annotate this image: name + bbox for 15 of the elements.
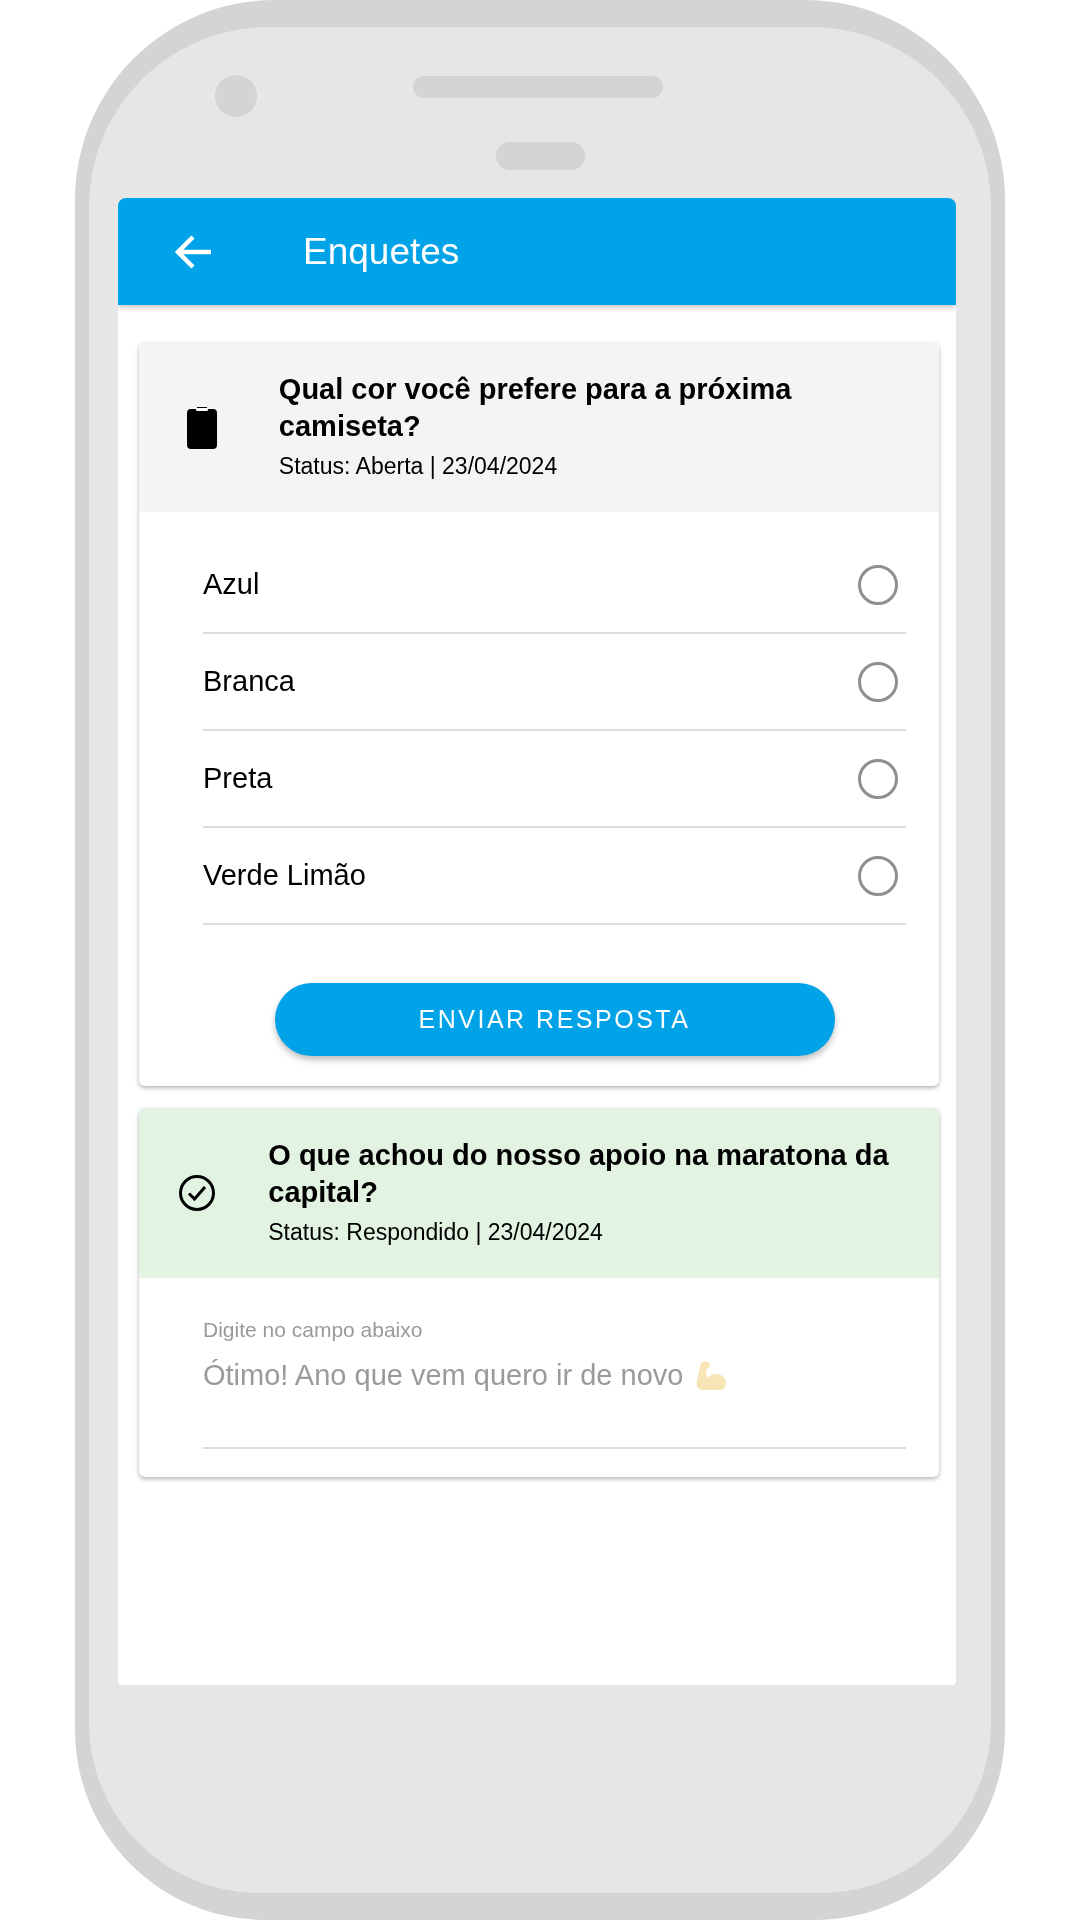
radio-button[interactable] — [858, 564, 898, 605]
poll-status: Status: Aberta | 23/04/2024 — [278, 451, 559, 481]
poll-status: Status: Respondido | 23/04/2024 — [268, 1217, 604, 1247]
radio-button[interactable] — [858, 661, 898, 702]
radio-button[interactable] — [858, 855, 898, 896]
option-row[interactable]: Verde Limão — [203, 828, 906, 925]
app-title: Enquetes — [303, 229, 460, 274]
radio-button[interactable] — [858, 758, 898, 799]
clipboard-icon — [185, 405, 218, 449]
check-circle-icon — [177, 1174, 216, 1212]
option-row[interactable]: Branca — [203, 634, 906, 731]
poll-question: Qual cor você prefere para a próxima camiseta? — [278, 371, 793, 444]
option-row[interactable]: Azul — [203, 537, 906, 634]
option-row[interactable]: Preta — [203, 731, 906, 828]
poll-question: O que achou do nosso apoio na maratona da capital? — [268, 1137, 890, 1210]
